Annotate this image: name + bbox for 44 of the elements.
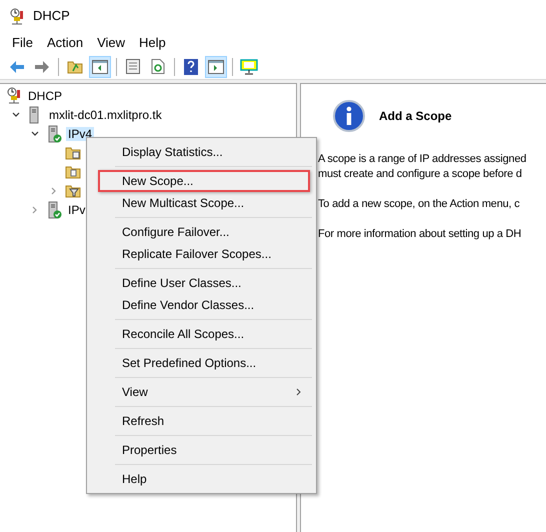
context-menu-item[interactable]: Help — [98, 468, 310, 490]
context-menu-item[interactable]: New Multicast Scope... — [98, 192, 310, 214]
server-check-icon — [46, 124, 62, 142]
context-menu-item[interactable]: View — [98, 381, 310, 403]
tree-item[interactable]: mxlit-dc01.mxlitpro.tk — [47, 108, 164, 122]
folder-icon — [65, 183, 81, 198]
context-menu-item[interactable]: Reconcile All Scopes... — [98, 323, 310, 345]
tree-item[interactable]: IPv4 — [66, 126, 94, 140]
menu-item[interactable]: File — [5, 33, 40, 53]
forward-icon — [34, 60, 50, 74]
info-title: Add a Scope — [379, 108, 452, 125]
refresh-icon — [151, 59, 165, 74]
context-menu-item[interactable]: Define User Classes... — [98, 272, 310, 294]
folder-icon — [65, 145, 81, 160]
folder-icon — [65, 164, 81, 179]
context-menu-item[interactable]: Define Vendor Classes... — [98, 294, 310, 316]
context-menu-item[interactable]: Configure Failover... — [98, 221, 310, 243]
menu-item[interactable]: Help — [132, 33, 173, 53]
tree-item[interactable]: DHCP — [26, 88, 64, 102]
context-menu-item[interactable]: New Scope... — [98, 170, 310, 192]
context-menu-item[interactable]: Replicate Failover Scopes... — [98, 243, 310, 265]
list-icon — [126, 59, 140, 74]
monitor-icon — [240, 58, 258, 74]
info-icon — [333, 100, 365, 132]
back-icon — [9, 60, 25, 74]
tree-item[interactable]: IPv — [66, 202, 88, 216]
info-text: To add a new scope, on the Action menu, c — [318, 197, 520, 212]
folder-up-icon — [67, 59, 83, 74]
context-menu-item[interactable]: Set Predefined Options... — [98, 352, 310, 374]
menu-item[interactable]: Action — [40, 33, 90, 53]
context-menu-item[interactable]: Properties — [98, 439, 310, 461]
info-text: must create and configure a scope before d — [318, 167, 522, 182]
window-title: DHCP — [33, 7, 70, 26]
server-check-icon — [46, 200, 62, 218]
info-text: For more information about setting up a DH — [318, 227, 522, 242]
app-icon — [9, 8, 25, 24]
dhcp-icon — [6, 87, 22, 104]
menu-item[interactable]: View — [90, 33, 132, 53]
info-text: A scope is a range of IP addresses assigned — [318, 152, 526, 167]
context-menu-item[interactable]: Display Statistics... — [98, 141, 310, 163]
help-icon — [184, 58, 198, 74]
tree-pane-icon — [92, 60, 108, 74]
action-pane-icon — [208, 60, 224, 74]
context-menu-item[interactable]: Refresh — [98, 410, 310, 432]
